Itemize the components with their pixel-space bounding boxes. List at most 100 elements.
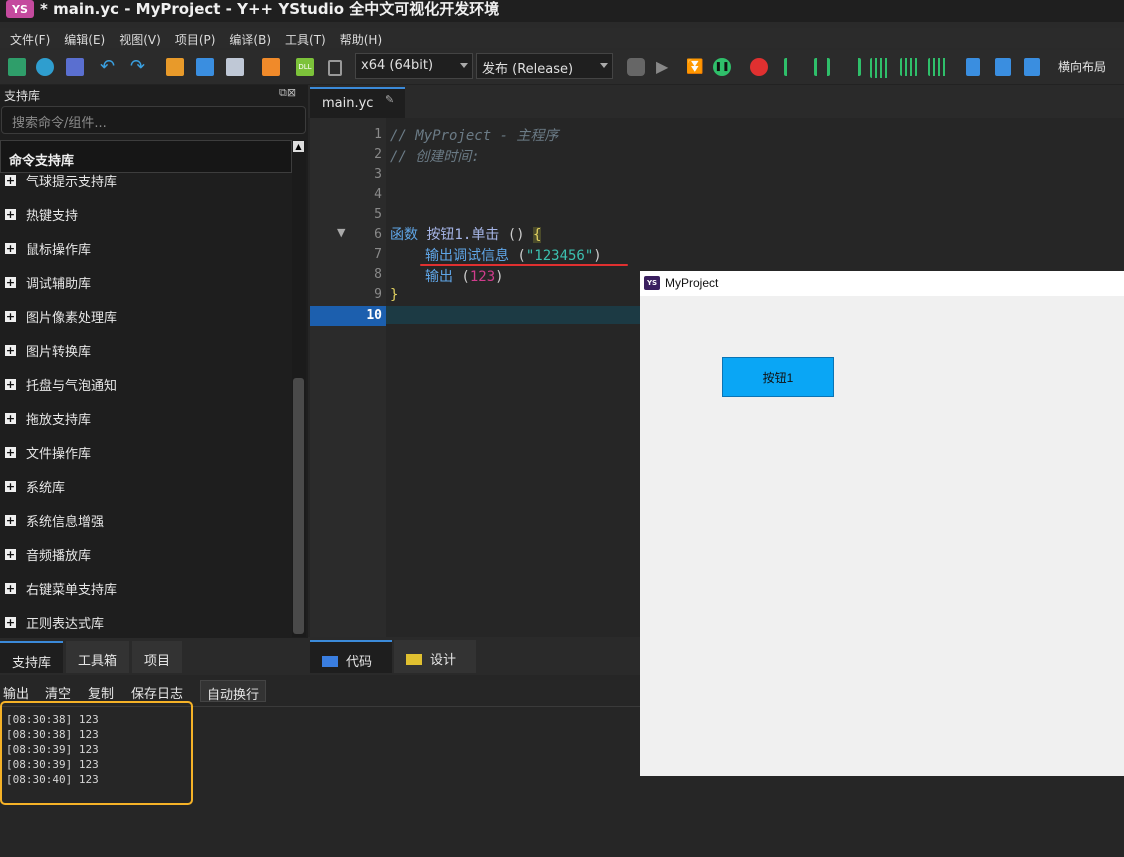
expand-icon[interactable]: + bbox=[5, 616, 16, 628]
library-item[interactable]: + 正则表达式库 bbox=[5, 612, 104, 632]
align-left-icon[interactable] bbox=[784, 58, 801, 76]
menu-edit[interactable]: 编辑(E) bbox=[64, 28, 105, 48]
expand-icon[interactable]: + bbox=[5, 310, 16, 322]
dll-icon[interactable]: DLL bbox=[296, 58, 314, 76]
code-icon bbox=[322, 656, 338, 667]
undo-icon[interactable]: ↶ bbox=[100, 58, 118, 76]
expand-icon[interactable]: + bbox=[5, 208, 16, 220]
menu-project[interactable]: 项目(P) bbox=[175, 28, 216, 48]
app-icon[interactable] bbox=[36, 58, 54, 76]
expand-icon[interactable]: + bbox=[5, 378, 16, 390]
scrollbar-thumb[interactable] bbox=[293, 378, 304, 634]
fold-icon[interactable]: ▼ bbox=[337, 226, 345, 239]
menu-file[interactable]: 文件(F) bbox=[10, 28, 50, 48]
expand-icon[interactable]: + bbox=[5, 548, 16, 560]
code-line-7: 输出调试信息 ("123456") bbox=[425, 245, 602, 265]
keyword: 函数 bbox=[390, 227, 418, 243]
library-item[interactable]: + 系统信息增强 bbox=[5, 510, 104, 530]
library-item-label: 鼠标操作库 bbox=[26, 242, 92, 258]
app-logo: YS bbox=[6, 0, 34, 18]
expand-icon[interactable]: + bbox=[5, 446, 16, 458]
spread-icon[interactable] bbox=[928, 58, 948, 76]
line-number: 5 bbox=[374, 207, 382, 222]
search-icon[interactable] bbox=[262, 58, 280, 76]
copy-button[interactable]: 复制 bbox=[88, 683, 114, 702]
button-1[interactable]: 按钮1 bbox=[722, 357, 834, 397]
tab-support-library[interactable]: 支持库 bbox=[0, 641, 64, 673]
library-item[interactable]: + 右键菜单支持库 bbox=[5, 578, 117, 598]
delete-icon[interactable] bbox=[328, 60, 342, 76]
library-item[interactable]: + 系统库 bbox=[5, 476, 65, 496]
tab-design[interactable]: 设计 bbox=[394, 640, 476, 673]
stop-icon[interactable] bbox=[750, 58, 768, 76]
expand-icon[interactable]: + bbox=[5, 514, 16, 526]
line-number: 2 bbox=[374, 147, 382, 162]
layout-icon-1[interactable] bbox=[966, 58, 980, 76]
tab-toolbox[interactable]: 工具箱 bbox=[66, 641, 130, 673]
distribute-v-icon[interactable] bbox=[900, 58, 918, 76]
string-literal: "123456" bbox=[525, 248, 594, 264]
redo-icon[interactable]: ↷ bbox=[130, 58, 148, 76]
code-line-2: // 创建时间: bbox=[390, 149, 480, 165]
library-item[interactable]: + 音频播放库 bbox=[5, 544, 91, 564]
expand-icon[interactable]: + bbox=[5, 242, 16, 254]
menu-view[interactable]: 视图(V) bbox=[119, 28, 161, 48]
config-select[interactable]: 发布 (Release) bbox=[476, 53, 613, 79]
tab-code[interactable]: 代码 bbox=[310, 640, 392, 673]
line-number-current: 10 bbox=[366, 308, 382, 323]
panel-title: 支持库 bbox=[4, 89, 41, 103]
compile-icon[interactable] bbox=[627, 58, 645, 76]
save-icon[interactable] bbox=[66, 58, 84, 76]
number-literal: 123 bbox=[469, 269, 496, 285]
horizontal-layout-button[interactable]: 横向布局 bbox=[1058, 58, 1106, 75]
pause-icon[interactable]: ❚❚ bbox=[713, 58, 731, 76]
library-search-input[interactable]: 搜索命令/组件... bbox=[1, 106, 306, 134]
library-item[interactable]: + 托盘与气泡通知 bbox=[5, 374, 117, 394]
library-item[interactable]: + 热键支持 bbox=[5, 204, 78, 224]
command-library-header[interactable]: 命令支持库 bbox=[0, 140, 292, 173]
chevron-down-icon bbox=[600, 63, 608, 68]
library-item-label: 音频播放库 bbox=[26, 548, 92, 564]
expand-icon[interactable]: + bbox=[5, 412, 16, 424]
platform-select[interactable]: x64 (64bit) bbox=[355, 53, 473, 79]
library-item-label: 拖放支持库 bbox=[26, 412, 92, 428]
library-item[interactable]: + 文件操作库 bbox=[5, 442, 91, 462]
library-item-label: 托盘与气泡通知 bbox=[26, 378, 118, 394]
expand-icon[interactable]: + bbox=[5, 344, 16, 356]
event-name: 单击 bbox=[471, 227, 500, 243]
expand-icon[interactable]: + bbox=[5, 174, 16, 186]
layout-icon-2[interactable] bbox=[995, 58, 1011, 76]
library-item[interactable]: + 拖放支持库 bbox=[5, 408, 91, 428]
library-item[interactable]: + 图片转换库 bbox=[5, 340, 91, 360]
align-center-icon[interactable] bbox=[814, 58, 830, 76]
panel-window-controls[interactable]: ⧉⊠ bbox=[279, 86, 296, 100]
step-icon[interactable]: ⏬ bbox=[686, 58, 704, 76]
paste-icon[interactable] bbox=[226, 58, 244, 76]
pin-icon[interactable]: ✎ bbox=[385, 93, 394, 106]
word-wrap-toggle[interactable]: 自动换行 bbox=[200, 680, 266, 703]
menu-build[interactable]: 编译(B) bbox=[229, 28, 271, 48]
clear-button[interactable]: 清空 bbox=[45, 683, 71, 702]
copy-icon[interactable] bbox=[196, 58, 214, 76]
app-window-logo: YS bbox=[644, 276, 660, 290]
run-icon[interactable]: ▶ bbox=[656, 58, 674, 76]
distribute-h-icon[interactable] bbox=[870, 58, 890, 78]
library-item-label: 调试辅助库 bbox=[26, 276, 92, 292]
library-item[interactable]: + 鼠标操作库 bbox=[5, 238, 91, 258]
library-item[interactable]: + 气球提示支持库 bbox=[5, 170, 117, 190]
scroll-up-icon[interactable]: ▲ bbox=[293, 141, 304, 152]
app-window bbox=[640, 271, 1124, 776]
cut-icon[interactable] bbox=[166, 58, 184, 76]
expand-icon[interactable]: + bbox=[5, 480, 16, 492]
tab-project[interactable]: 项目 bbox=[132, 641, 183, 673]
menu-tools[interactable]: 工具(T) bbox=[285, 28, 326, 48]
library-item[interactable]: + 图片像素处理库 bbox=[5, 306, 117, 326]
save-log-button[interactable]: 保存日志 bbox=[131, 683, 183, 702]
library-item[interactable]: + 调试辅助库 bbox=[5, 272, 91, 292]
expand-icon[interactable]: + bbox=[5, 582, 16, 594]
layout-icon-3[interactable] bbox=[1024, 58, 1040, 76]
align-right-icon[interactable] bbox=[844, 58, 861, 76]
menu-help[interactable]: 帮助(H) bbox=[340, 28, 382, 48]
layers-icon[interactable] bbox=[8, 58, 26, 76]
expand-icon[interactable]: + bbox=[5, 276, 16, 288]
